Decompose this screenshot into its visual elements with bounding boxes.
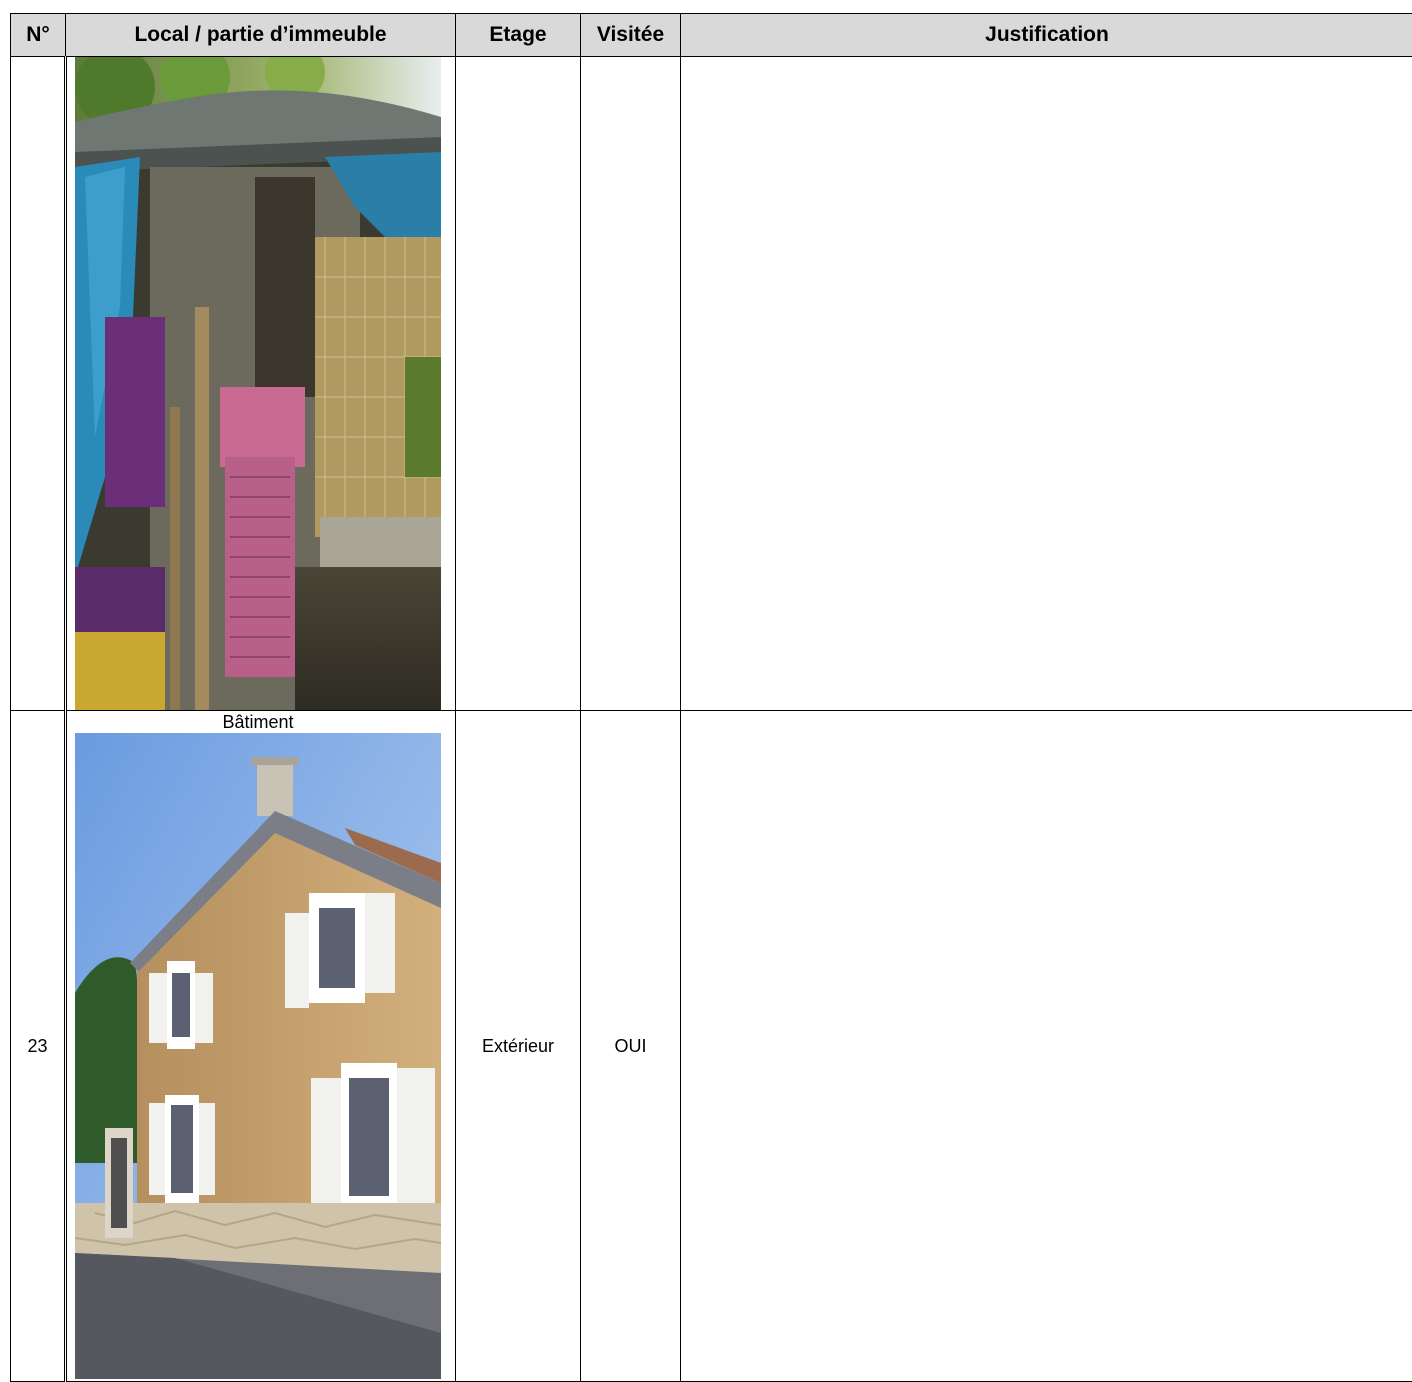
- row-local: [66, 57, 456, 711]
- header-row: N° Local / partie d’immeuble Etage Visit…: [11, 14, 1412, 57]
- row-justification: [681, 57, 1412, 711]
- row-etage: [456, 57, 581, 711]
- row-etage: Extérieur: [456, 711, 581, 1382]
- row-visitee: [581, 57, 681, 711]
- photo-caption: Bâtiment: [75, 711, 441, 733]
- table-row: [11, 57, 1412, 711]
- header-visitee: Visitée: [581, 14, 681, 57]
- row-justification: [681, 711, 1412, 1382]
- building-photo: [75, 733, 441, 1379]
- window-lower-left: [149, 1095, 215, 1203]
- window-lower-right: [311, 1063, 435, 1211]
- header-etage: Etage: [456, 14, 581, 57]
- header-number: N°: [11, 14, 66, 57]
- table-row: 23 Bâtiment: [11, 711, 1412, 1382]
- row-local: Bâtiment: [66, 711, 456, 1382]
- inspection-table: N° Local / partie d’immeuble Etage Visit…: [10, 13, 1412, 1382]
- row-visitee: OUI: [581, 711, 681, 1382]
- header-justification: Justification: [681, 14, 1412, 57]
- shed-photo: [75, 57, 441, 710]
- row-number: [11, 57, 66, 711]
- row-number: 23: [11, 711, 66, 1382]
- window-upper-left: [149, 961, 213, 1049]
- header-local: Local / partie d’immeuble: [66, 14, 456, 57]
